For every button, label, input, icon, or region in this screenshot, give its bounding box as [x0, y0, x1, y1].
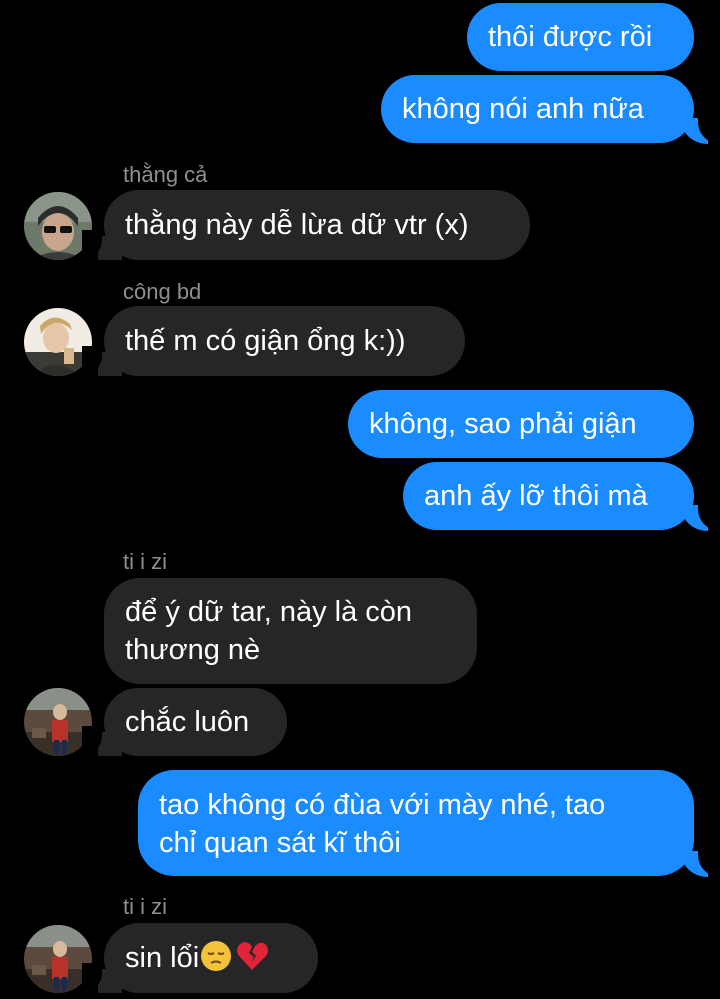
message-text: thằng này dễ lừa dữ vtr (x) — [125, 209, 469, 241]
outgoing-message-bubble[interactable]: thôi được rồi — [467, 3, 694, 71]
message-text: sin lổi — [125, 942, 200, 974]
sender-name: ti i zi — [123, 549, 167, 574]
incoming-message-bubble[interactable]: chắc luôn — [104, 688, 287, 756]
message-text-line: tao không có đùa với mày nhé, tao — [159, 789, 606, 821]
sender-name: thằng cả — [123, 162, 208, 187]
broken-heart-emoji — [235, 939, 271, 983]
pensive-face-emoji — [199, 939, 235, 983]
message-text: thôi được rồi — [488, 21, 653, 53]
message-text: không nói anh nữa — [402, 93, 644, 125]
message-text: chắc luôn — [125, 706, 250, 738]
message-text: không, sao phải giận — [369, 408, 637, 440]
incoming-message-bubble[interactable]: sin lổi — [104, 923, 318, 993]
message-text: anh ấy lỡ thôi mà — [424, 480, 648, 512]
outgoing-message-bubble[interactable]: không nói anh nữa — [381, 75, 694, 143]
incoming-message-bubble[interactable]: để ý dữ tar, này là còn thương nè — [104, 578, 477, 684]
message-text: thế m có giận ổng k:)) — [125, 325, 406, 357]
message-text-line: chỉ quan sát kĩ thôi — [159, 827, 401, 859]
message-text-line: để ý dữ tar, này là còn — [125, 596, 413, 628]
outgoing-message-bubble[interactable]: không, sao phải giận — [348, 390, 694, 458]
sender-name: công bd — [123, 279, 202, 304]
incoming-message-bubble[interactable]: thằng này dễ lừa dữ vtr (x) — [104, 190, 530, 260]
outgoing-message-bubble[interactable]: anh ấy lỡ thôi mà — [403, 462, 694, 530]
incoming-message-bubble[interactable]: thế m có giận ổng k:)) — [104, 306, 465, 376]
message-text-line: thương nè — [125, 634, 261, 666]
sender-name: ti i zi — [123, 894, 167, 919]
outgoing-message-bubble[interactable]: tao không có đùa với mày nhé, tao chỉ qu… — [138, 770, 694, 876]
